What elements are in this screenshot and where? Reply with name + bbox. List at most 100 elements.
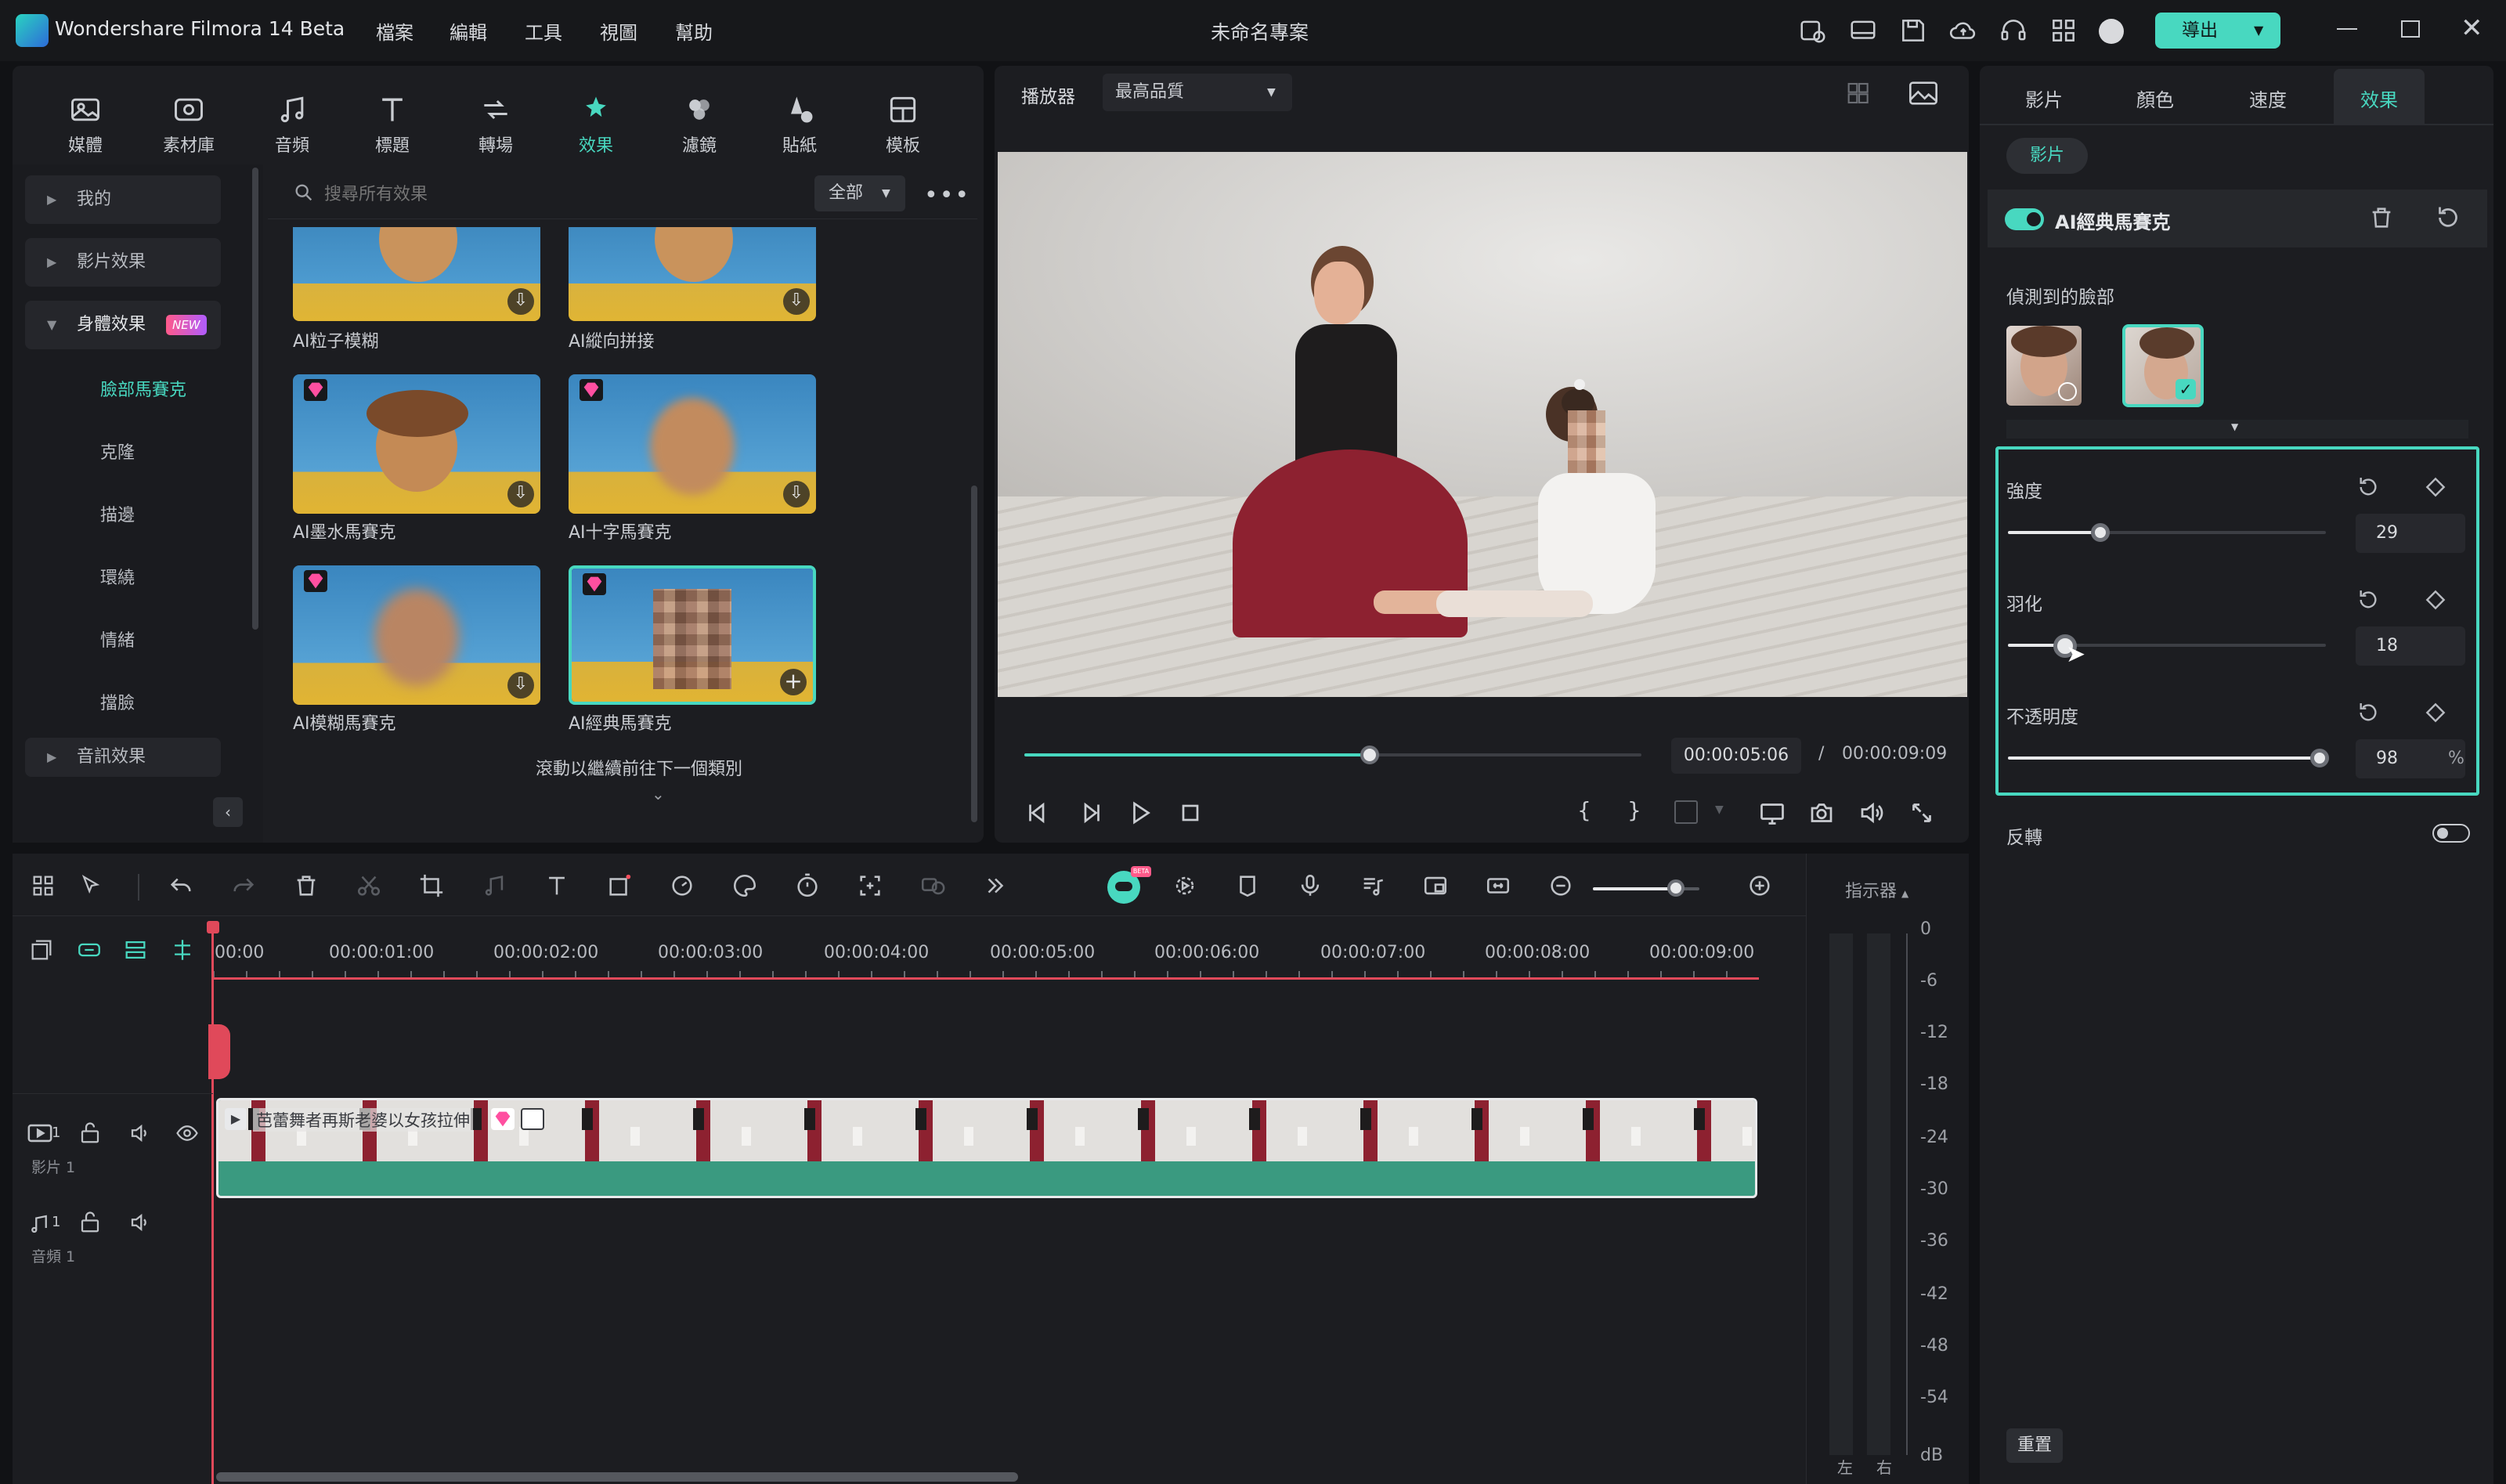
cloud-upload-icon[interactable] — [1948, 16, 1978, 45]
magnet-snap-icon[interactable] — [169, 937, 196, 963]
more-options-icon[interactable]: ••• — [924, 182, 970, 209]
display-icon[interactable] — [1757, 799, 1787, 827]
headset-icon[interactable] — [1999, 16, 2028, 45]
opacity-slider-knob[interactable] — [2309, 749, 2329, 767]
zoom-in-icon[interactable] — [1746, 872, 1778, 904]
double-chevron-down-icon[interactable]: ⌄ — [652, 785, 665, 803]
keyframe-icon[interactable] — [2423, 587, 2448, 612]
effect-thumb-ai-ink-mosaic[interactable]: ⇩ — [293, 374, 540, 514]
minimize-icon[interactable] — [2337, 28, 2357, 30]
more-tools-icon[interactable] — [982, 872, 1013, 904]
faces-expand-bar[interactable]: ▼ — [2006, 420, 2468, 439]
download-icon[interactable]: ⇩ — [507, 481, 534, 507]
menu-help[interactable]: 幫助 — [675, 17, 713, 45]
speaker-icon[interactable] — [128, 1211, 152, 1234]
video-chip[interactable]: 影片 — [2006, 138, 2088, 174]
search-input[interactable] — [324, 180, 794, 208]
crop-icon[interactable] — [418, 872, 450, 904]
reset-icon[interactable] — [2356, 700, 2381, 725]
picture-in-picture-icon[interactable] — [1422, 872, 1453, 904]
add-icon[interactable]: + — [780, 669, 807, 695]
effect-thumb-ai-classic-mosaic[interactable]: + — [569, 565, 816, 705]
close-icon[interactable]: ✕ — [2461, 13, 2483, 44]
effects-scrollbar[interactable] — [971, 486, 977, 822]
eye-icon[interactable] — [175, 1121, 199, 1145]
zoom-slider-knob[interactable] — [1667, 879, 1685, 897]
snapshot-marker-icon[interactable] — [1674, 800, 1698, 824]
video-preview[interactable] — [998, 152, 1967, 697]
redo-icon[interactable] — [230, 872, 262, 904]
playhead[interactable] — [211, 923, 214, 1484]
invert-toggle[interactable] — [2432, 824, 2470, 843]
speed-icon[interactable] — [669, 872, 700, 904]
sidebar-sub-face-mosaic[interactable]: 臉部馬賽克 — [100, 376, 186, 401]
menu-file[interactable]: 檔案 — [376, 17, 413, 45]
monitor-icon[interactable] — [1848, 16, 1878, 45]
strength-slider-knob[interactable] — [2090, 523, 2110, 542]
tab-titles[interactable]: 標題 — [357, 92, 428, 157]
sidebar-item-body-effects[interactable]: ▼ 身體效果 NEW — [25, 301, 221, 349]
download-icon[interactable]: ⇩ — [507, 672, 534, 699]
camera-icon[interactable] — [1807, 799, 1836, 827]
face-thumb-1[interactable] — [2006, 326, 2082, 406]
marker-icon[interactable] — [1234, 872, 1266, 904]
face-thumb-2[interactable]: ✓ — [2122, 324, 2204, 407]
zoom-out-icon[interactable] — [1547, 872, 1579, 904]
shape-icon[interactable] — [606, 872, 637, 904]
sidebar-item-audio-effects[interactable]: ▶ 音訊效果 — [25, 738, 221, 777]
effect-enable-toggle[interactable] — [2005, 208, 2044, 230]
menu-tools[interactable]: 工具 — [525, 17, 562, 45]
playhead-marker[interactable] — [208, 1024, 230, 1079]
prop-tab-color[interactable]: 顏色 — [2136, 85, 2174, 112]
download-icon[interactable]: ⇩ — [507, 288, 534, 315]
tab-library[interactable]: 素材庫 — [153, 92, 224, 157]
menu-view[interactable]: 視圖 — [600, 17, 637, 45]
speaker-icon[interactable] — [128, 1121, 152, 1145]
sidebar-sub-surround[interactable]: 環繞 — [100, 564, 135, 589]
prop-tab-video[interactable]: 影片 — [2025, 85, 2063, 112]
keyframe-icon[interactable] — [2423, 475, 2448, 500]
play-icon[interactable] — [1126, 799, 1154, 827]
chevron-down-icon[interactable]: ▼ — [1715, 803, 1724, 816]
feather-value-input[interactable]: 18 — [2356, 626, 2465, 666]
stabilize-icon[interactable] — [919, 872, 951, 904]
filter-dropdown[interactable]: 全部 ▼ — [814, 175, 905, 211]
sidebar-item-video-effects[interactable]: ▶ 影片效果 — [25, 238, 221, 287]
layout-icon[interactable] — [30, 872, 61, 904]
menu-edit[interactable]: 編輯 — [450, 17, 487, 45]
indicator-dropdown[interactable]: 指示器 ▲ — [1845, 877, 1908, 902]
tab-filters[interactable]: 濾鏡 — [664, 92, 735, 157]
save-icon[interactable] — [1898, 16, 1928, 45]
reset-all-button[interactable]: 重置 — [2006, 1428, 2063, 1463]
audio-edit-icon[interactable] — [481, 872, 512, 904]
delete-icon[interactable] — [293, 872, 324, 904]
trash-icon[interactable] — [2368, 204, 2395, 232]
color-palette-icon[interactable] — [731, 872, 763, 904]
reset-icon[interactable] — [2356, 475, 2381, 500]
stop-icon[interactable] — [1176, 799, 1204, 827]
mark-in-icon[interactable]: { — [1577, 797, 1591, 823]
sidebar-sub-outline[interactable]: 描邊 — [100, 501, 135, 526]
tab-audio[interactable]: 音頻 — [257, 92, 327, 157]
ai-assistant-icon[interactable]: BETA — [1107, 866, 1151, 904]
fit-timeline-icon[interactable] — [1485, 872, 1516, 904]
keyframe-icon[interactable] — [2423, 700, 2448, 725]
timeline-scrollbar[interactable] — [216, 1472, 1018, 1482]
cut-icon[interactable] — [356, 872, 387, 904]
playhead-handle[interactable] — [207, 921, 219, 933]
undo-icon[interactable] — [168, 872, 199, 904]
select-cursor-icon[interactable] — [78, 872, 110, 904]
collapse-sidebar-button[interactable]: ‹ — [213, 797, 243, 827]
video-clip[interactable]: ▶ 芭蕾舞者再斯老婆以女孩拉伸 — [216, 1098, 1757, 1198]
tab-effects[interactable]: 效果 — [561, 92, 631, 157]
effect-thumb-ai-particle-blur[interactable]: ⇩ — [293, 227, 540, 321]
effect-thumb-ai-blur-mosaic[interactable]: ⇩ — [293, 565, 540, 705]
sidebar-sub-face-block[interactable]: 擋臉 — [100, 689, 135, 714]
folder-icon[interactable] — [78, 1211, 102, 1234]
auto-highlight-icon[interactable] — [1172, 872, 1203, 904]
text-tool-icon[interactable] — [543, 872, 575, 904]
quality-dropdown[interactable]: 最高品質 ▼ — [1103, 74, 1292, 111]
clock-icon[interactable] — [1798, 16, 1828, 45]
avatar[interactable] — [2099, 19, 2124, 44]
grid-view-icon[interactable] — [1847, 81, 1878, 105]
